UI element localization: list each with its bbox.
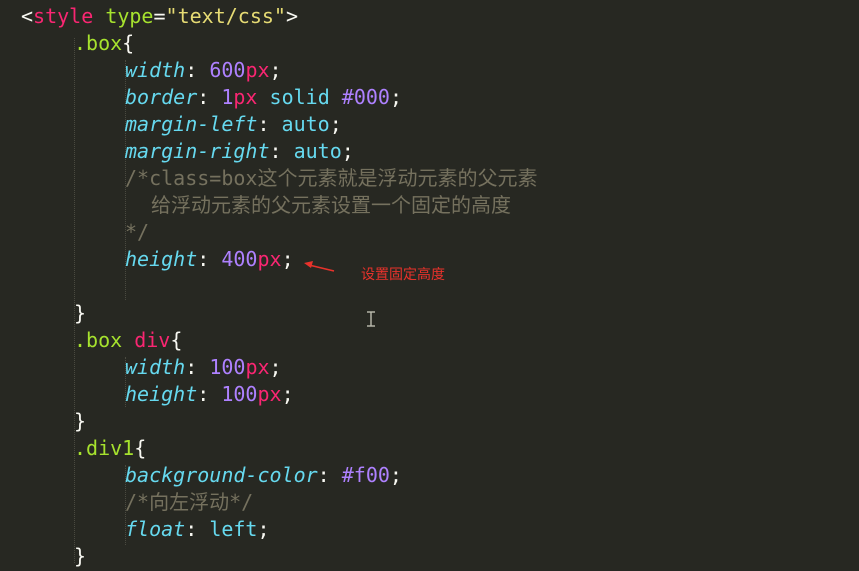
number-value: 400 <box>221 247 258 271</box>
keyword-value: solid <box>257 85 342 109</box>
tag-selector: div <box>134 328 171 352</box>
selector: .box <box>74 328 123 352</box>
close-brace: } <box>74 544 87 568</box>
colon: : <box>269 139 294 163</box>
semicolon: ; <box>257 517 270 541</box>
colon: : <box>317 463 342 487</box>
code-line: margin-left: auto; <box>125 111 342 138</box>
text-cursor-icon <box>367 311 375 327</box>
property-name: width <box>125 58 186 82</box>
semicolon: ; <box>341 139 354 163</box>
code-editor[interactable]: <style type="text/css"> .box{ width: 600… <box>0 0 859 571</box>
tag-open-bracket: < <box>21 4 34 28</box>
attribute-value: "text/css" <box>165 4 286 28</box>
semicolon: ; <box>269 355 282 379</box>
property-name: width <box>125 355 186 379</box>
open-brace: { <box>170 328 183 352</box>
unit: px <box>257 382 282 406</box>
semicolon: ; <box>281 382 294 406</box>
colon: : <box>257 112 282 136</box>
property-name: background-color <box>125 463 318 487</box>
number-value: 600 <box>209 58 246 82</box>
colon: : <box>197 85 222 109</box>
property-name: height <box>125 247 198 271</box>
code-line: background-color: #f00; <box>125 462 402 489</box>
code-line: <style type="text/css"> <box>21 3 298 30</box>
semicolon: ; <box>281 247 294 271</box>
comment: */ <box>125 220 150 244</box>
colon: : <box>185 517 210 541</box>
code-line: margin-right: auto; <box>125 138 354 165</box>
annotation-label: 设置固定高度 <box>361 267 445 283</box>
colon: : <box>197 382 222 406</box>
colon: : <box>197 247 222 271</box>
attribute-name: type <box>105 4 154 28</box>
code-line: .div1{ <box>74 435 146 462</box>
property-name: height <box>125 382 198 406</box>
code-line: } <box>74 300 86 327</box>
number-value: 100 <box>209 355 246 379</box>
open-brace: { <box>134 436 147 460</box>
tag-close-bracket: > <box>285 4 298 28</box>
open-brace: { <box>122 31 135 55</box>
comment: 给浮动元素的父元素设置一个固定的高度 <box>151 193 511 217</box>
unit: px <box>245 58 270 82</box>
selector: .box <box>74 31 123 55</box>
code-line: border: 1px solid #000; <box>125 84 402 111</box>
code-line: height: 100px; <box>125 381 294 408</box>
property-name: float <box>125 517 186 541</box>
keyword-value: left <box>209 517 258 541</box>
code-line: } <box>74 408 86 435</box>
selector: .div1 <box>74 436 135 460</box>
close-brace: } <box>74 301 87 325</box>
colon: : <box>185 355 210 379</box>
color-value: #000 <box>341 85 390 109</box>
code-line: width: 100px; <box>125 354 282 381</box>
color-value: #f00 <box>341 463 390 487</box>
keyword-value: auto <box>281 112 330 136</box>
code-line: height: 400px; <box>125 246 294 273</box>
code-line: width: 600px; <box>125 57 282 84</box>
semicolon: ; <box>389 85 402 109</box>
comment: /*向左浮动*/ <box>125 490 254 514</box>
property-name: margin-left <box>125 112 258 136</box>
semicolon: ; <box>329 112 342 136</box>
property-name: border <box>125 85 198 109</box>
code-line: } <box>74 543 86 570</box>
comment: /*class=box这个元素就是浮动元素的父元素 <box>125 166 538 190</box>
unit: px <box>245 355 270 379</box>
red-arrow-icon <box>304 261 335 272</box>
semicolon: ; <box>269 58 282 82</box>
number-value: 100 <box>221 382 258 406</box>
colon: : <box>185 58 210 82</box>
equals-sign: = <box>153 4 166 28</box>
tag-name: style <box>33 4 94 28</box>
semicolon: ; <box>389 463 402 487</box>
code-line: .box{ <box>74 30 134 57</box>
unit: px <box>233 85 258 109</box>
property-name: margin-right <box>125 139 270 163</box>
unit: px <box>257 247 282 271</box>
number-value: 1 <box>221 85 234 109</box>
close-brace: } <box>74 409 87 433</box>
code-line: float: left; <box>125 516 270 543</box>
code-line: .box div{ <box>74 327 182 354</box>
keyword-value: auto <box>293 139 342 163</box>
